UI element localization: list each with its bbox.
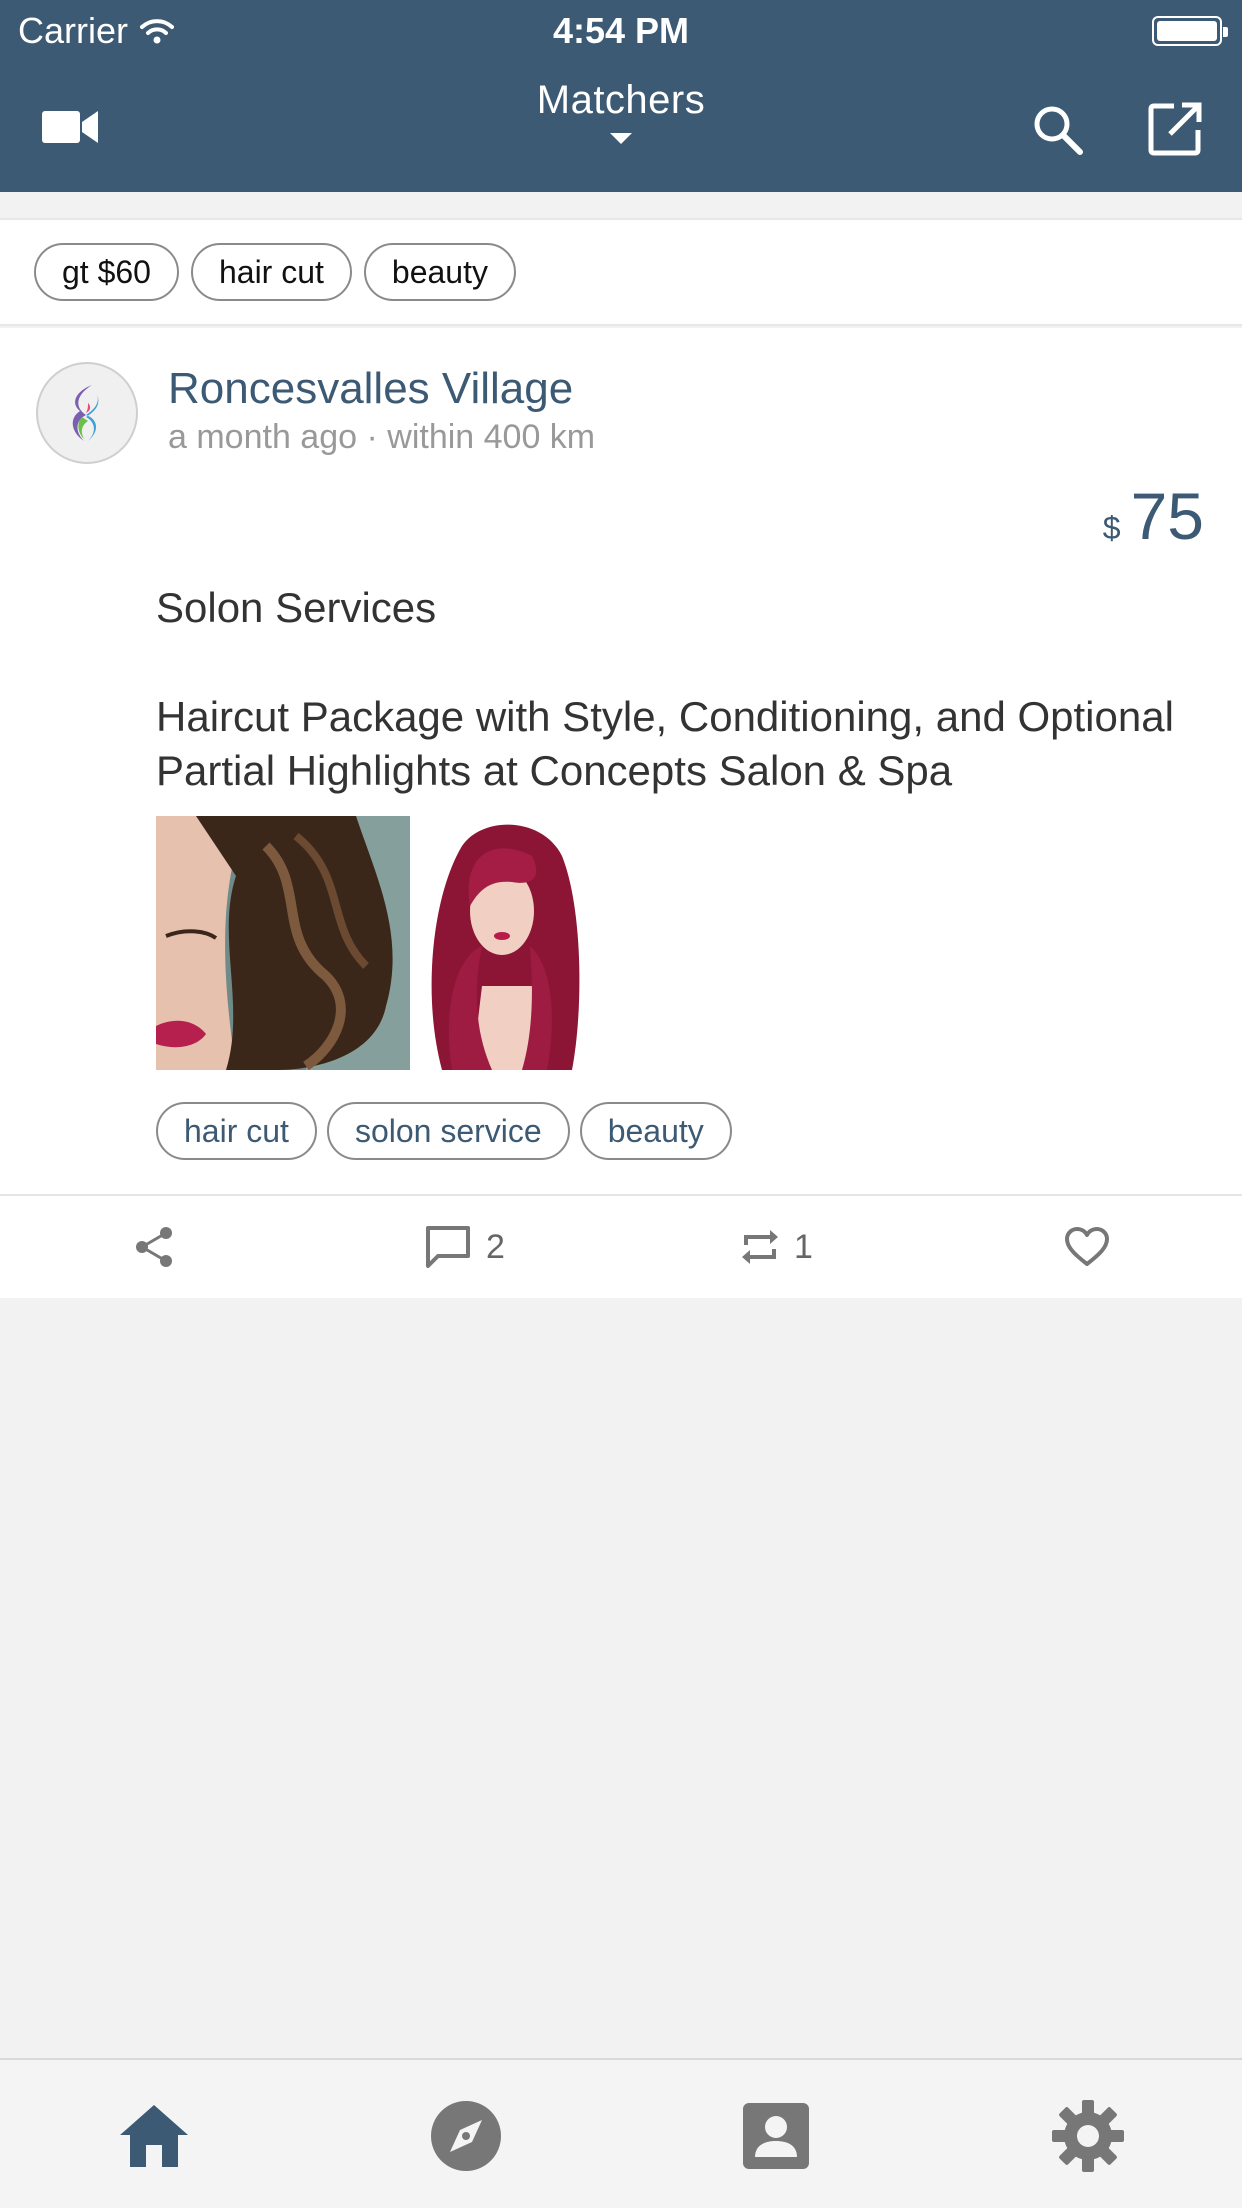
meta-separator: · — [366, 418, 378, 456]
tab-bar — [0, 2058, 1242, 2208]
tab-settings[interactable] — [1050, 2098, 1126, 2174]
external-link-icon[interactable] — [1148, 102, 1202, 156]
battery-icon — [1152, 16, 1228, 46]
repost-icon — [742, 1230, 778, 1264]
price-value: 75 — [1130, 479, 1204, 553]
post-description: Haircut Package with Style, Conditioning… — [156, 693, 1174, 794]
share-button[interactable] — [132, 1196, 176, 1298]
post-category: Solon Services — [156, 584, 437, 631]
post-actions: 2 1 — [0, 1196, 1242, 1298]
contact-icon — [743, 2103, 809, 2169]
tab-home[interactable] — [116, 2098, 192, 2174]
status-time: 4:54 PM — [552, 10, 690, 51]
post-image[interactable] — [422, 816, 584, 1070]
heart-icon — [1065, 1227, 1109, 1266]
top-header: Carrier 4:54 PM Matchers — [0, 0, 1242, 192]
logo-icon — [72, 385, 99, 441]
like-button[interactable] — [1064, 1196, 1110, 1298]
comment-button[interactable]: 2 — [424, 1196, 505, 1298]
filter-chip[interactable]: gt $60 — [34, 243, 179, 301]
post-time: a month ago — [168, 418, 358, 456]
share-icon — [136, 1227, 172, 1267]
post-tag[interactable]: hair cut — [156, 1102, 317, 1160]
repost-count: 1 — [794, 1227, 813, 1266]
price-currency: $ — [1102, 510, 1121, 546]
compass-icon — [431, 2101, 501, 2171]
tab-explore[interactable] — [428, 2098, 504, 2174]
search-icon[interactable] — [1032, 104, 1084, 156]
gear-icon — [1052, 2100, 1124, 2172]
avatar[interactable] — [36, 362, 138, 464]
filter-chip[interactable]: beauty — [363, 243, 516, 301]
caret-down-icon — [610, 133, 632, 144]
post-author[interactable]: Roncesvalles Village — [168, 364, 573, 414]
post-price: $ 75 — [1103, 478, 1204, 554]
post-tags: hair cut solon service beauty — [156, 1102, 732, 1160]
post-tag[interactable]: beauty — [579, 1102, 732, 1160]
comment-count: 2 — [486, 1227, 505, 1266]
filter-bar: gt $60 hair cut beauty — [0, 218, 1242, 326]
post-meta: a month ago · within 400 km — [168, 418, 595, 457]
filter-chip[interactable]: hair cut — [190, 243, 352, 301]
comment-icon — [426, 1226, 470, 1268]
post-image[interactable] — [156, 816, 410, 1070]
tab-contacts[interactable] — [738, 2098, 814, 2174]
home-icon — [120, 2105, 188, 2167]
post-tag[interactable]: solon service — [326, 1102, 570, 1160]
post-distance: within 400 km — [387, 418, 596, 456]
repost-button[interactable]: 1 — [740, 1196, 813, 1298]
post-card[interactable]: Roncesvalles Village a month ago · withi… — [0, 328, 1242, 1298]
